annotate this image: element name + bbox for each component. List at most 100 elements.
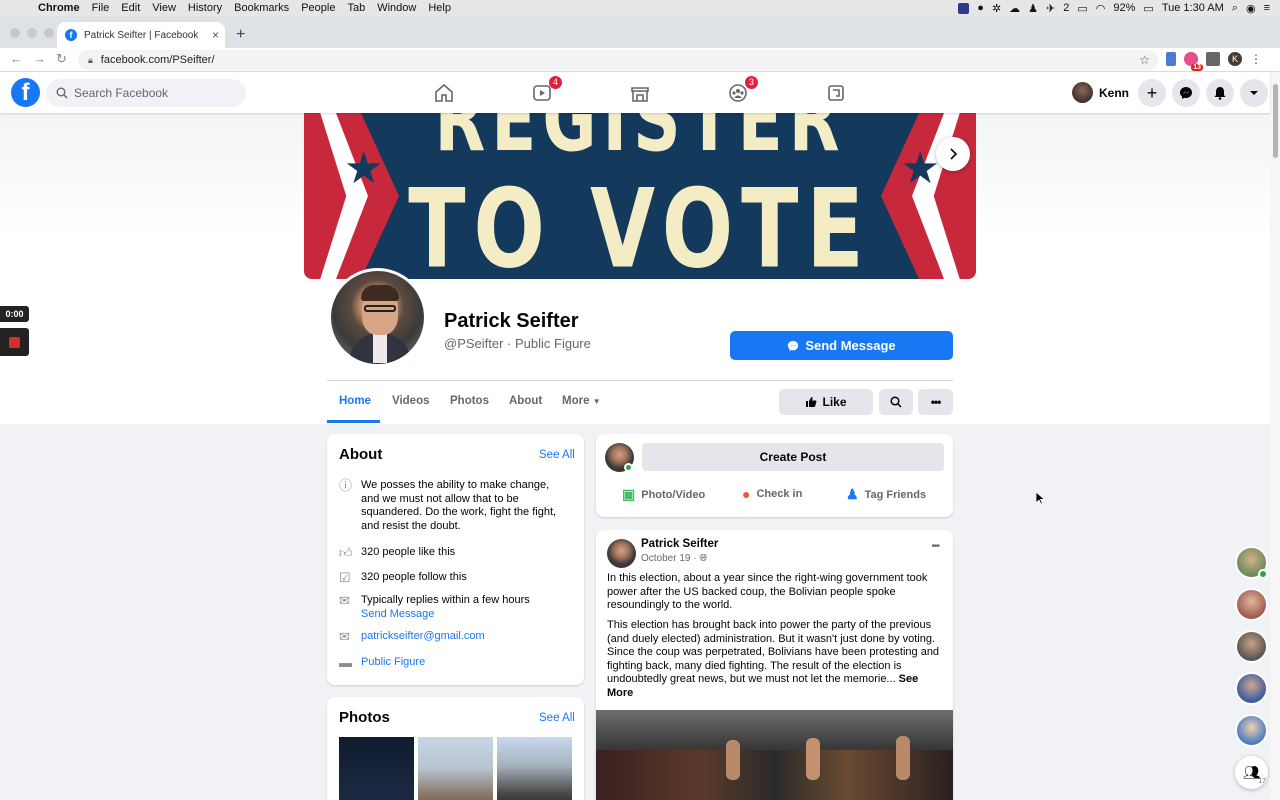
battery-icon[interactable]: ▭: [1143, 2, 1153, 15]
home-nav-icon[interactable]: [432, 81, 456, 105]
extension-status-icon[interactable]: [958, 2, 970, 14]
messenger-button[interactable]: [1172, 79, 1200, 107]
address-bar[interactable]: 🔒︎ facebook.com/PSeifter/ ☆: [78, 50, 1158, 70]
stop-recording-button[interactable]: [0, 328, 29, 356]
menu-edit[interactable]: Edit: [121, 2, 140, 14]
tab-videos[interactable]: Videos: [392, 395, 430, 407]
cloud-status-icon[interactable]: ☁: [1009, 2, 1020, 15]
tab-home[interactable]: Home: [339, 395, 371, 407]
puzzle-icon[interactable]: [1206, 52, 1220, 66]
search-input[interactable]: [74, 86, 234, 100]
back-icon[interactable]: ←: [10, 51, 23, 66]
minimize-window-button[interactable]: [27, 28, 37, 38]
menu-view[interactable]: View: [152, 2, 176, 14]
siri-icon[interactable]: ◉: [1246, 2, 1256, 15]
about-email-link[interactable]: patrickseifter@gmail.com: [361, 630, 485, 644]
search-box[interactable]: [46, 79, 246, 107]
about-description: We posses the ability to make change, an…: [361, 479, 557, 532]
menu-people[interactable]: People: [301, 2, 335, 14]
spotlight-icon[interactable]: ⌕: [1232, 2, 1238, 15]
post-card: Patrick Seifter October 19 · 🌐︎ ••• In t…: [596, 530, 953, 800]
tag-friends-button[interactable]: ♟ Tag Friends: [846, 486, 926, 503]
tab-photos[interactable]: Photos: [450, 395, 489, 407]
scrollbar-thumb[interactable]: [1273, 84, 1278, 158]
watch-nav-icon[interactable]: 4: [530, 76, 562, 105]
create-post-button[interactable]: Create Post: [642, 443, 944, 471]
about-category-link[interactable]: Public Figure: [361, 656, 425, 670]
menu-tab[interactable]: Tab: [347, 2, 365, 14]
folder-icon: ▬: [339, 655, 352, 670]
contact-avatar[interactable]: [1235, 588, 1268, 621]
gaming-nav-icon[interactable]: [824, 81, 848, 105]
clock[interactable]: Tue 1:30 AM: [1162, 2, 1224, 14]
menu-history[interactable]: History: [188, 2, 222, 14]
close-window-button[interactable]: [10, 28, 20, 38]
about-category-row: ▬ Public Figure: [339, 656, 425, 670]
check-in-button[interactable]: ● Check in: [742, 486, 802, 502]
groups-nav-icon[interactable]: 3: [726, 76, 758, 105]
post-date[interactable]: October 19 ·: [641, 553, 699, 564]
cover-next-button[interactable]: [936, 137, 970, 171]
maximize-window-button[interactable]: [44, 28, 54, 38]
photo-thumbnail[interactable]: [418, 737, 493, 800]
close-tab-icon[interactable]: ×: [212, 28, 219, 42]
menu-window[interactable]: Window: [377, 2, 416, 14]
about-see-all-link[interactable]: See All: [539, 449, 575, 461]
photo-thumbnail[interactable]: [339, 737, 414, 800]
chrome-menu-icon[interactable]: ⋮: [1250, 52, 1264, 66]
airplane-icon[interactable]: ✈: [1046, 2, 1055, 15]
user-profile-link[interactable]: Kenn: [1072, 82, 1129, 103]
search-page-button[interactable]: [879, 389, 913, 415]
contact-avatar[interactable]: [1235, 672, 1268, 705]
bookmark-star-icon[interactable]: ☆: [1139, 53, 1150, 67]
profile-picture[interactable]: [328, 268, 427, 367]
photo-thumbnail[interactable]: [497, 737, 572, 800]
account-menu-button[interactable]: [1240, 79, 1268, 107]
profile-glasses: [364, 305, 396, 312]
menu-bookmarks[interactable]: Bookmarks: [234, 2, 289, 14]
post-author-avatar[interactable]: [607, 539, 636, 568]
post-author[interactable]: Patrick Seifter: [641, 538, 718, 550]
create-button[interactable]: +: [1138, 79, 1166, 107]
caret-down-icon: ▼: [592, 397, 601, 406]
like-button[interactable]: Like: [779, 389, 873, 415]
marketplace-nav-icon[interactable]: [628, 81, 652, 105]
more-options-button[interactable]: •••: [918, 389, 953, 415]
forward-icon[interactable]: →: [33, 51, 46, 66]
control-center-icon[interactable]: ≡: [1264, 2, 1270, 14]
contact-avatar[interactable]: [1235, 630, 1268, 663]
app-menu-chrome[interactable]: Chrome: [38, 2, 80, 14]
tag-friends-icon: ♟: [846, 486, 859, 502]
user-avatar: [1072, 82, 1093, 103]
send-message-button[interactable]: Send Message: [730, 331, 953, 360]
new-tab-button[interactable]: +: [236, 26, 245, 44]
globe-icon: 🌐︎: [699, 553, 708, 564]
browser-tab[interactable]: f Patrick Seifter | Facebook ×: [57, 22, 225, 48]
menu-file[interactable]: File: [92, 2, 110, 14]
wifi-icon[interactable]: ◠: [1096, 2, 1106, 15]
lock-icon[interactable]: 🔒︎: [88, 55, 93, 66]
tab-more[interactable]: More ▼: [562, 395, 601, 407]
cover-photo[interactable]: ★ ★ REGISTER TO VOTE: [304, 113, 976, 279]
extension-badge-icon[interactable]: 13: [1184, 52, 1203, 71]
new-group-button[interactable]: 👥︎ 17: [1235, 756, 1268, 789]
extension-feather-icon[interactable]: [1166, 52, 1176, 66]
photo-video-button[interactable]: ▣ Photo/Video: [622, 486, 705, 503]
page-scrollbar[interactable]: [1270, 72, 1280, 800]
post-image[interactable]: [596, 710, 953, 800]
photo-icon: ▣: [622, 486, 636, 502]
notifications-button[interactable]: [1206, 79, 1234, 107]
tab-about[interactable]: About: [509, 395, 542, 407]
checkmark-status-icon[interactable]: ●: [977, 2, 984, 14]
flag-icon[interactable]: ▭: [1077, 2, 1087, 15]
reload-icon[interactable]: ↻: [56, 51, 67, 67]
user-status-icon[interactable]: ♟: [1028, 2, 1038, 15]
profile-avatar[interactable]: K: [1228, 52, 1242, 66]
facebook-logo-icon[interactable]: f: [11, 78, 40, 107]
post-options-icon[interactable]: •••: [931, 541, 939, 552]
menu-help[interactable]: Help: [428, 2, 451, 14]
contact-avatar[interactable]: [1235, 714, 1268, 747]
about-send-message-link[interactable]: Send Message: [361, 608, 434, 620]
photos-see-all-link[interactable]: See All: [539, 712, 575, 724]
gear-status-icon[interactable]: ✲: [992, 2, 1001, 15]
